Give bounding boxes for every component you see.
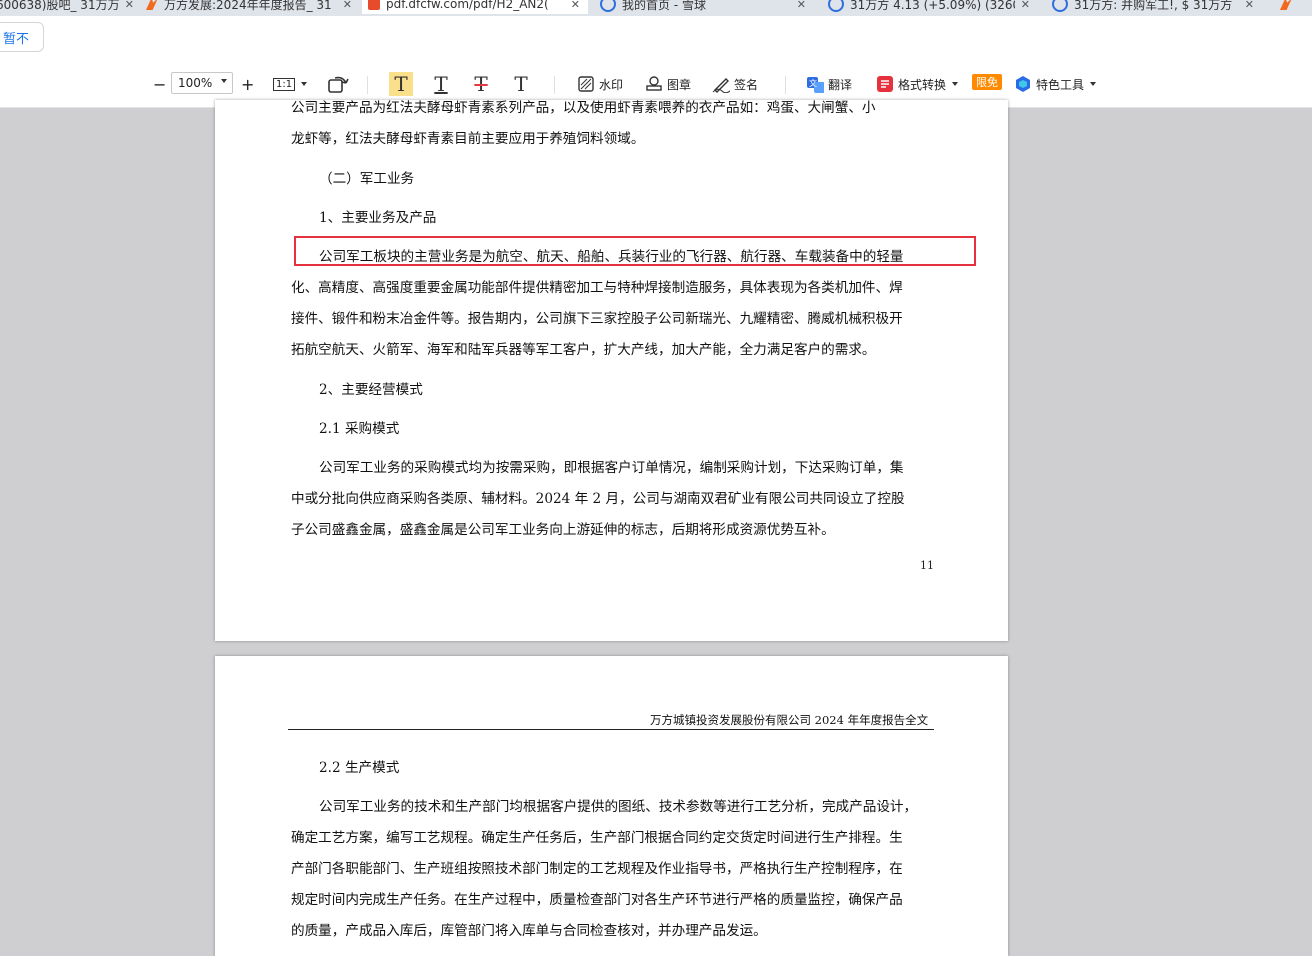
stamp-label: 图章	[667, 77, 692, 92]
toolbar-divider	[367, 76, 368, 94]
xueqiu-favicon-icon	[828, 0, 844, 12]
format-convert-button[interactable]: 格式转换	[876, 72, 959, 96]
tab-pdf-active[interactable]: pdf.dfcfw.com/pdf/H2_AN2( ✕	[362, 0, 588, 14]
document-line: 化、高精度、高强度重要金属功能部件提供精密加工与特种焊接制造服务，具体表现为各类…	[291, 280, 903, 296]
watermark-button[interactable]: 水印	[577, 72, 623, 96]
watermark-icon	[578, 76, 594, 92]
section-heading: （二）军工业务	[319, 171, 415, 187]
tab-label: 600638)股吧_ 31万万	[0, 0, 119, 12]
zoom-select[interactable]: 100%	[171, 72, 233, 94]
format-convert-label: 格式转换	[898, 77, 947, 92]
subsection-heading: 2、主要经营模式	[319, 382, 423, 398]
tab-xueqiu-home[interactable]: 我的首页 - 雪球 ✕	[594, 0, 814, 14]
close-icon[interactable]: ✕	[1021, 0, 1038, 11]
special-tools-button[interactable]: 特色工具	[1014, 72, 1097, 96]
document-line: 产部门各职能部门、生产班组按照技术部门制定的工艺规程及作业指导书，严格执行生产控…	[291, 861, 903, 877]
document-line: 确定工艺方案，编写工艺规程。确定生产任务后，生产部门根据合同约定交货定时间进行生…	[291, 830, 903, 846]
signature-label: 签名	[734, 77, 759, 92]
tab-guba[interactable]: 600638)股吧_ 31万万 ✕	[0, 0, 142, 14]
document-line: 中或分批向供应商采购各类原、辅材料。2024 年 2 月，公司与湖南双君矿业有限…	[291, 491, 905, 507]
document-line: 龙虾等，红法夫酵母虾青素目前主要应用于养殖饲料领域。	[291, 131, 645, 147]
pdf-favicon-icon	[368, 0, 380, 10]
zoom-in-button[interactable]: +	[241, 72, 254, 96]
close-icon[interactable]: ✕	[1245, 0, 1262, 11]
toolbar-divider	[554, 76, 555, 94]
chevron-down-icon	[221, 79, 227, 83]
document-line: 拓航空航天、火箭军、海军和陆军兵器等军工客户，扩大产线，加大产能，全力满足客户的…	[291, 342, 876, 358]
browser-tab-strip: 600638)股吧_ 31万万 ✕ 万方发展:2024年年度报告_ 31 ✕ p…	[0, 0, 1312, 16]
zoom-value: 100%	[178, 76, 213, 90]
tab-label: 万方发展:2024年年度报告_ 31	[164, 0, 332, 12]
document-line: 接件、锻件和粉末冶金件等。报告期内，公司旗下三家控股子公司新瑞光、九耀精密、腾威…	[291, 311, 903, 327]
tab-label: 31万方 4.13 (+5.09%) (3260	[850, 0, 1015, 12]
tab-partial[interactable]	[1274, 0, 1312, 14]
chevron-down-icon	[1090, 82, 1097, 86]
subsection-heading: 2.2 生产模式	[319, 760, 400, 776]
document-line: 子公司盛鑫金属，盛鑫金属是公司军工业务向上游延伸的标志，后期将形成资源优势互补。	[291, 522, 835, 538]
rotate-icon	[328, 76, 349, 93]
toolbar-divider	[785, 76, 786, 94]
highlight-text-button[interactable]: T	[389, 72, 413, 96]
site-favicon-icon	[146, 0, 158, 10]
fit-label: 1:1	[273, 77, 296, 91]
header-rule	[288, 729, 934, 730]
rotate-button[interactable]	[327, 72, 349, 96]
tab-label: 31万方: 并购军工!, $ 31万方	[1074, 0, 1233, 12]
signature-button[interactable]: 签名	[712, 72, 758, 96]
actual-size-button[interactable]: 1:1	[273, 72, 308, 96]
pause-button[interactable]: 暂不	[0, 22, 44, 52]
tab-label: pdf.dfcfw.com/pdf/H2_AN2(	[386, 0, 549, 11]
document-line: 的质量，产成品入库后，库管部门将入库单与合同检查核对，并办理产品发运。	[291, 923, 767, 939]
tab-annual-report[interactable]: 万方发展:2024年年度报告_ 31 ✕	[140, 0, 360, 14]
document-line: 公司军工板块的主营业务是为航空、航天、船舶、兵装行业的飞行器、航行器、车载装备中…	[319, 249, 904, 265]
pdf-page-11: 公司主要产品为红法夫酵母虾青素系列产品，以及使用虾青素喂养的衣产品如：鸡蛋、大闸…	[215, 100, 1008, 641]
stamp-button[interactable]: 图章	[645, 72, 691, 96]
tab-stock-quote[interactable]: 31万方 4.13 (+5.09%) (3260 ✕	[822, 0, 1038, 14]
tab-label: 我的首页 - 雪球	[622, 0, 706, 12]
pdf-page-12: 万方城镇投资发展股份有限公司 2024 年年度报告全文 2.2 生产模式 公司军…	[215, 656, 1008, 956]
xueqiu-favicon-icon	[1052, 0, 1068, 12]
xueqiu-favicon-icon	[600, 0, 616, 12]
svg-text:文: 文	[809, 78, 817, 88]
special-tools-label: 特色工具	[1036, 77, 1085, 92]
site-favicon-icon	[1280, 0, 1292, 10]
tab-post[interactable]: 31万方: 并购军工!, $ 31万方 ✕	[1046, 0, 1262, 14]
page-number: 11	[920, 559, 934, 572]
translate-button[interactable]: 文 翻译	[806, 72, 852, 96]
page-header: 万方城镇投资发展股份有限公司 2024 年年度报告全文	[650, 713, 929, 727]
text-highlight-icon: T	[389, 72, 413, 96]
subsection-heading: 1、主要业务及产品	[319, 210, 437, 226]
document-line: 规定时间内完成生产任务。在生产过程中，质量检查部门对各生产环节进行严格的质量监控…	[291, 892, 903, 908]
document-line: 公司军工业务的技术和生产部门均根据客户提供的图纸、技术参数等进行工艺分析，完成产…	[319, 799, 918, 815]
document-line: 公司军工业务的采购模式均为按需采购，即根据客户订单情况，编制采购计划，下达采购订…	[319, 460, 904, 476]
zoom-out-button[interactable]: −	[153, 72, 166, 96]
strikethrough-text-button[interactable]: T	[469, 72, 493, 96]
text-strikethrough-icon: T	[474, 72, 488, 96]
subsection-heading: 2.1 采购模式	[319, 421, 400, 437]
chevron-down-icon	[952, 82, 959, 86]
document-line: 公司主要产品为红法夫酵母虾青素系列产品，以及使用虾青素喂养的衣产品如：鸡蛋、大闸…	[291, 100, 876, 116]
translate-icon: 文	[807, 77, 824, 93]
free-badge: 限免	[972, 74, 1002, 90]
address-row: 暂不	[0, 16, 1312, 60]
stamp-icon	[646, 76, 662, 91]
signature-pen-icon	[712, 78, 730, 93]
close-icon[interactable]: ✕	[571, 0, 588, 11]
watermark-label: 水印	[599, 77, 624, 92]
close-icon[interactable]: ✕	[797, 0, 814, 11]
special-tools-icon	[1016, 76, 1030, 92]
close-icon[interactable]: ✕	[343, 0, 360, 11]
text-underline-icon: T	[434, 72, 448, 96]
format-convert-icon	[877, 76, 893, 92]
text-add-icon: T	[514, 72, 528, 96]
add-text-button[interactable]: T	[509, 72, 533, 96]
underline-text-button[interactable]: T	[429, 72, 453, 96]
translate-label: 翻译	[828, 77, 853, 92]
chevron-down-icon	[301, 82, 308, 86]
